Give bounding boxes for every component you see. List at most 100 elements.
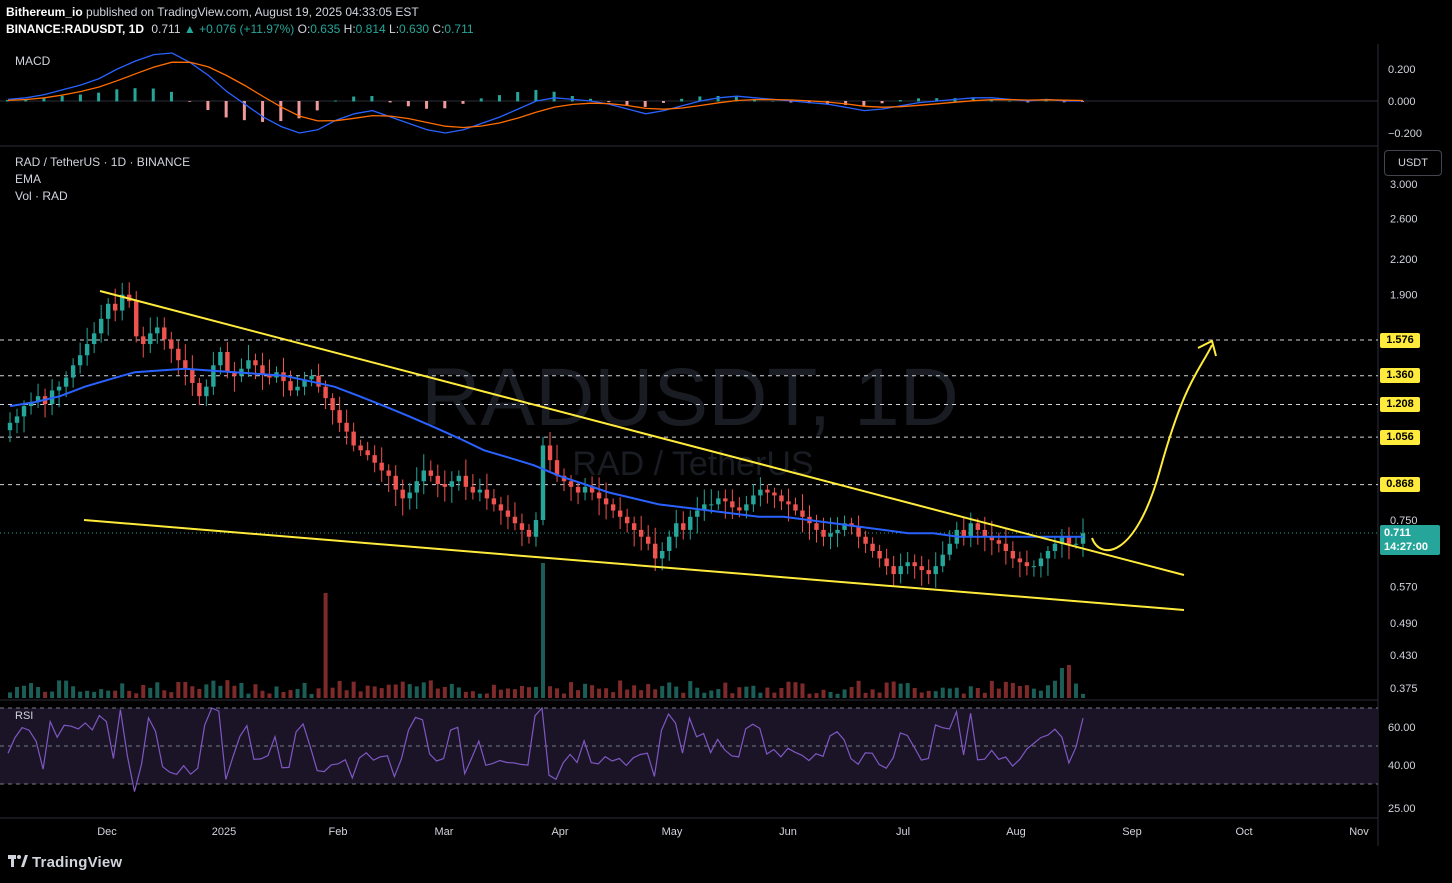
volume-bar <box>470 691 475 698</box>
price-tick-label: 0.375 <box>1390 683 1418 695</box>
volume-bar <box>414 686 419 698</box>
rsi-tick-label: 60.00 <box>1388 722 1416 734</box>
volume-bar <box>442 686 447 698</box>
candle-body <box>540 445 546 520</box>
volume-bar <box>632 685 637 698</box>
volume-bar <box>302 682 307 698</box>
volume-bars <box>8 563 1085 698</box>
candle-body <box>674 523 679 537</box>
candle-body <box>1024 562 1030 567</box>
macd-histogram-bar <box>898 100 902 102</box>
volume-bar <box>225 680 230 698</box>
candle-body <box>407 492 412 499</box>
publish-info: Bithereum_io published on TradingView.co… <box>6 5 419 19</box>
volume-bar <box>555 688 560 698</box>
volume-bar <box>779 687 784 698</box>
candle-body <box>638 529 644 537</box>
volume-bar <box>786 681 791 698</box>
macd-histogram-bar <box>151 88 155 102</box>
macd-histogram-bar <box>862 101 866 106</box>
volume-bar <box>8 692 12 698</box>
time-tick-label: 2025 <box>212 826 236 838</box>
candle-body <box>947 543 952 555</box>
candle-body <box>653 543 658 559</box>
candle-body <box>7 422 13 431</box>
candle-body <box>14 416 20 423</box>
currency-button[interactable]: USDT <box>1384 150 1442 176</box>
candle-body <box>968 523 973 537</box>
candle-body <box>779 495 784 502</box>
time-tick-label: Jun <box>779 826 797 838</box>
volume-bar <box>569 682 574 698</box>
candle-body <box>1045 550 1051 559</box>
volume-bar <box>639 690 644 698</box>
volume-bar <box>379 688 384 698</box>
candle-body <box>470 486 476 493</box>
candle-body <box>477 489 483 493</box>
watermark-name: RAD / TetherUS <box>572 445 813 483</box>
footer <box>0 846 1452 883</box>
macd-histogram-bar <box>497 95 501 102</box>
volume-bar <box>982 692 987 698</box>
candle-body <box>512 516 518 524</box>
price-tick-label: 0.430 <box>1390 650 1418 662</box>
volume-bar <box>197 688 202 698</box>
macd-histogram-bar <box>607 101 611 103</box>
volume-bar <box>435 688 440 698</box>
published-text: published on TradingView.com, August 19,… <box>86 5 419 19</box>
author-name[interactable]: Bithereum_io <box>6 5 83 19</box>
macd-label[interactable]: MACD <box>15 54 50 68</box>
volume-bar <box>316 688 321 698</box>
candle-body <box>519 523 525 530</box>
candle-body <box>295 386 300 391</box>
candle-body <box>134 301 139 337</box>
volume-bar <box>190 686 195 698</box>
macd-histogram-bar <box>133 88 137 102</box>
candle-body <box>737 507 742 511</box>
chart-canvas[interactable]: RADUSDT, 1D RAD / TetherUS 3.000 2.600 2.2… <box>0 0 1452 883</box>
volume-bar <box>1024 685 1029 698</box>
candle-body <box>260 365 265 374</box>
volume-bar <box>505 688 510 698</box>
volume-bar <box>821 689 826 698</box>
volume-bar <box>267 693 272 698</box>
volume-bar <box>295 689 300 698</box>
volume-bar <box>975 687 980 698</box>
candle-body <box>667 536 672 551</box>
low-label: L: <box>389 22 400 36</box>
macd-histogram-bar <box>206 101 210 111</box>
ema-label[interactable]: EMA <box>15 172 41 186</box>
tradingview-logo-icon <box>8 854 28 871</box>
macd-histogram-bar <box>97 92 101 102</box>
volume-bar <box>323 593 328 698</box>
volume-bar <box>737 687 742 698</box>
candle-body <box>863 536 868 544</box>
volume-bar <box>835 693 840 698</box>
candle-body <box>449 481 455 487</box>
candle-body <box>744 504 749 511</box>
rsi-label[interactable]: RSI <box>15 710 33 722</box>
level-tag: 1.576 <box>1380 332 1420 348</box>
volume-bar <box>29 683 34 698</box>
volume-bar <box>533 686 538 698</box>
macd-histogram-bar <box>315 101 319 111</box>
volume-bar <box>709 690 714 698</box>
up-triangle-icon: ▲ <box>183 22 196 36</box>
volume-label[interactable]: Vol · RAD <box>15 189 68 203</box>
high-value: 0.814 <box>355 22 386 36</box>
volume-bar <box>78 691 83 698</box>
low-value: 0.630 <box>399 22 430 36</box>
candle-body <box>723 498 728 502</box>
macd-histogram-bar <box>115 89 119 102</box>
macd-histogram-bar <box>406 101 410 107</box>
volume-bar <box>365 685 370 698</box>
tradingview-logo[interactable]: TradingView <box>8 854 122 871</box>
candle-body <box>218 352 223 366</box>
volume-bar <box>961 693 966 698</box>
candle-body <box>1073 543 1079 545</box>
candle-body <box>253 360 258 366</box>
level-tag: 0.868 <box>1380 477 1420 493</box>
candle-body <box>98 318 104 334</box>
candle-body <box>337 410 342 423</box>
volume-bar <box>519 686 524 698</box>
